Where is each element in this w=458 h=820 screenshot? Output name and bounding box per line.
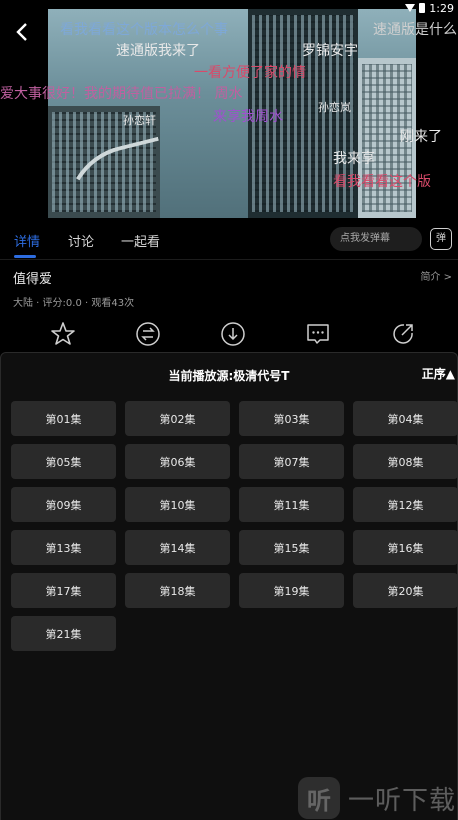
danmaku-comment: 孙恋轩	[123, 114, 156, 127]
download-button[interactable]	[219, 320, 247, 348]
danmaku-comment: 罗锦安宇	[302, 43, 358, 59]
episode-button[interactable]: 第13集	[11, 530, 116, 565]
danmaku-comment: 刚来了	[400, 129, 442, 145]
share-icon	[393, 324, 413, 344]
danmaku-comment: 看我看看这个版	[333, 174, 431, 190]
episode-grid: 第01集 第02集 第03集 第04集第05集 第06集 第07集 第08集第09集 第10集…	[11, 401, 458, 651]
episode-button[interactable]: 第06集	[125, 444, 230, 479]
status-bar: 1:29	[405, 0, 458, 16]
active-tab-indicator	[14, 255, 36, 258]
swap-icon	[136, 322, 160, 346]
danmaku-comment: 看我看看这个版本怎么个事	[60, 22, 228, 38]
danmaku-comment: 爱大事很好！我的期待值已拉满！ 周水	[0, 86, 243, 102]
source-title: 当前播放源:极清代号T	[168, 369, 290, 383]
back-button[interactable]	[10, 18, 34, 46]
danmaku-comment: 速通版是什么	[373, 22, 457, 38]
star-icon	[51, 322, 75, 345]
show-meta: 大陆 · 评分:0.0 · 观看43次	[13, 298, 135, 309]
episode-button[interactable]: 第11集	[239, 487, 344, 522]
episode-button[interactable]: 第01集	[11, 401, 116, 436]
danmaku-comment: 一看方便了家的情	[194, 65, 306, 81]
download-icon	[221, 322, 245, 346]
sort-order-button[interactable]: 正序▲	[422, 365, 455, 382]
tab-bar: 详情 讨论 一起看 点我发弹幕 弹	[0, 222, 458, 260]
episode-button[interactable]: 第19集	[239, 573, 344, 608]
episode-button[interactable]: 第21集	[11, 616, 116, 651]
episode-button[interactable]: 第20集	[353, 573, 458, 608]
danmaku-input[interactable]: 点我发弹幕	[330, 227, 422, 251]
battery-icon	[419, 3, 426, 13]
favorite-button[interactable]	[49, 320, 77, 348]
episode-button[interactable]: 第15集	[239, 530, 344, 565]
episode-button[interactable]: 第17集	[11, 573, 116, 608]
chat-icon	[307, 324, 329, 344]
episode-button[interactable]: 第10集	[125, 487, 230, 522]
show-title: 值得爱	[13, 272, 53, 287]
watermark-text: 一听下载	[348, 785, 457, 816]
switch-source-button[interactable]	[134, 320, 162, 348]
episode-button[interactable]: 第07集	[239, 444, 344, 479]
tab-details[interactable]: 详情	[14, 231, 40, 250]
status-time: 1:29	[429, 1, 454, 15]
episode-button[interactable]: 第09集	[11, 487, 116, 522]
danmaku-comment: 我来享	[333, 151, 375, 167]
video-player[interactable]: 看我看看这个版本怎么个事 速通版是什么 速通版我来了 罗锦安宇 一看方便了家的情…	[0, 0, 458, 218]
danmaku-toggle-button[interactable]: 弹	[430, 228, 452, 250]
episode-button[interactable]: 第04集	[353, 401, 458, 436]
episode-button[interactable]: 第08集	[353, 444, 458, 479]
tab-watch-together[interactable]: 一起看	[121, 231, 160, 250]
episode-panel: 当前播放源:极清代号T 正序▲ 第01集 第02集 第03集 第04集第05集 第06集…	[0, 352, 458, 820]
action-bar	[0, 320, 458, 350]
danmaku-comment: 孙恋岚	[318, 101, 351, 114]
danmaku-comment: 来享我周水	[213, 109, 283, 125]
tab-discussion[interactable]: 讨论	[68, 231, 94, 250]
episode-button[interactable]: 第05集	[11, 444, 116, 479]
wifi-icon	[405, 4, 416, 12]
intro-link[interactable]: 简介 >	[420, 268, 452, 283]
chevron-left-icon	[16, 23, 27, 41]
episode-button[interactable]: 第12集	[353, 487, 458, 522]
episode-button[interactable]: 第14集	[125, 530, 230, 565]
episode-button[interactable]: 第03集	[239, 401, 344, 436]
episode-button[interactable]: 第18集	[125, 573, 230, 608]
danmaku-comment: 速通版我来了	[116, 43, 200, 59]
comment-button[interactable]	[304, 320, 332, 348]
episode-button[interactable]: 第16集	[353, 530, 458, 565]
episode-button[interactable]: 第02集	[125, 401, 230, 436]
watermark: 听 一听下载	[298, 776, 456, 820]
share-button[interactable]	[389, 320, 417, 348]
watermark-logo: 听	[298, 777, 340, 819]
